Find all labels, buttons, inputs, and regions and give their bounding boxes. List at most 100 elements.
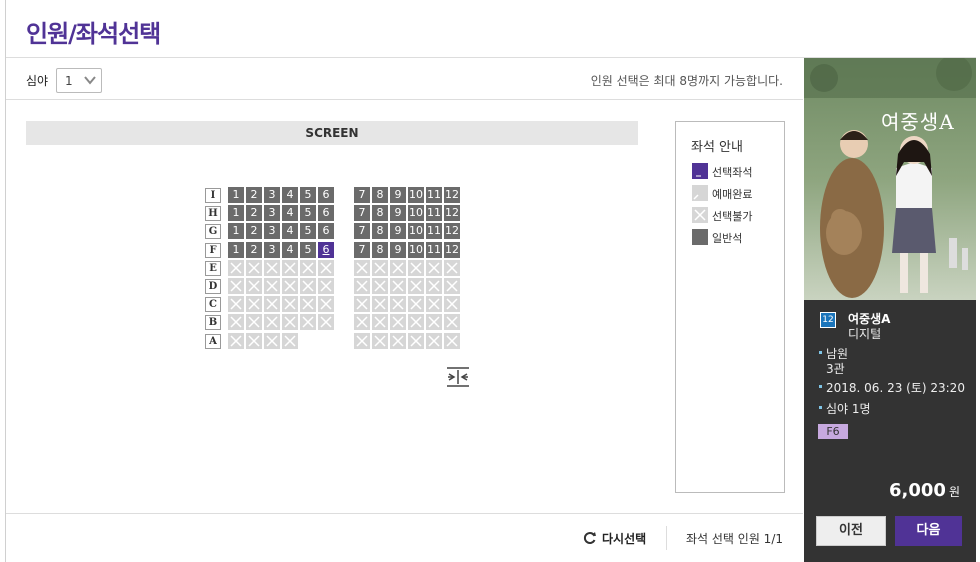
seat-C-L6	[318, 296, 334, 312]
unavailable-x-icon	[428, 262, 440, 274]
unavailable-x-icon	[356, 316, 368, 328]
seat-I5[interactable]: 5	[300, 187, 316, 203]
seat-H4[interactable]: 4	[282, 205, 298, 221]
seat-G11[interactable]: 11	[426, 223, 442, 239]
fit-width-icon[interactable]	[446, 367, 470, 387]
close-button[interactable]	[930, 0, 974, 44]
seat-I1[interactable]: 1	[228, 187, 244, 203]
seat-F5[interactable]: 5	[300, 242, 316, 258]
people-category-label: 심야	[26, 74, 49, 88]
row-label-F: F	[205, 243, 221, 258]
seat-H1[interactable]: 1	[228, 205, 244, 221]
row-label-G: G	[205, 224, 221, 239]
seat-I4[interactable]: 4	[282, 187, 298, 203]
seat-H3[interactable]: 3	[264, 205, 280, 221]
seat-E-L4	[282, 260, 298, 276]
unavailable-x-icon	[392, 316, 404, 328]
seat-H5[interactable]: 5	[300, 205, 316, 221]
seat-I8[interactable]: 8	[372, 187, 388, 203]
unavailable-x-icon	[248, 335, 260, 347]
seat-C-L4	[282, 296, 298, 312]
seat-I10[interactable]: 10	[408, 187, 424, 203]
seat-H2[interactable]: 2	[246, 205, 262, 221]
unavailable-x-icon	[266, 280, 278, 292]
seat-H7[interactable]: 7	[354, 205, 370, 221]
unavailable-x-icon	[428, 280, 440, 292]
prev-button[interactable]: 이전	[816, 516, 886, 546]
seat-F11[interactable]: 11	[426, 242, 442, 258]
unavailable-x-icon	[410, 316, 422, 328]
row-label-B: B	[205, 315, 221, 330]
seat-I3[interactable]: 3	[264, 187, 280, 203]
seat-F10[interactable]: 10	[408, 242, 424, 258]
seat-E-R1	[354, 260, 370, 276]
seat-G4[interactable]: 4	[282, 223, 298, 239]
seat-G7[interactable]: 7	[354, 223, 370, 239]
screen-name: 3관	[826, 362, 845, 376]
seat-D-L5	[300, 278, 316, 294]
seat-I11[interactable]: 11	[426, 187, 442, 203]
seat-D-L2	[246, 278, 262, 294]
unavailable-x-icon	[302, 262, 314, 274]
seat-G2[interactable]: 2	[246, 223, 262, 239]
seat-H6[interactable]: 6	[318, 205, 334, 221]
seat-A-R6	[444, 333, 460, 349]
seat-I7[interactable]: 7	[354, 187, 370, 203]
unavailable-x-icon	[392, 280, 404, 292]
seat-F7[interactable]: 7	[354, 242, 370, 258]
seat-F1[interactable]: 1	[228, 242, 244, 258]
price-unit: 원	[948, 485, 960, 499]
seat-H11[interactable]: 11	[426, 205, 442, 221]
unavailable-x-icon	[374, 316, 386, 328]
unavailable-x-icon	[266, 335, 278, 347]
seat-F8[interactable]: 8	[372, 242, 388, 258]
unavailable-x-icon	[284, 335, 296, 347]
unavailable-x-icon	[428, 316, 440, 328]
seat-H9[interactable]: 9	[390, 205, 406, 221]
seat-G6[interactable]: 6	[318, 223, 334, 239]
unavailable-x-icon	[284, 262, 296, 274]
seat-E-L2	[246, 260, 262, 276]
people-summary: 심야 1명	[819, 400, 871, 417]
seat-G3[interactable]: 3	[264, 223, 280, 239]
seat-F2[interactable]: 2	[246, 242, 262, 258]
legend-label: 예매완료	[712, 188, 753, 201]
seat-G12[interactable]: 12	[444, 223, 460, 239]
unavailable-x-icon	[266, 298, 278, 310]
seat-F6[interactable]: 6	[318, 242, 334, 258]
seat-H10[interactable]: 10	[408, 205, 424, 221]
seat-F9[interactable]: 9	[390, 242, 406, 258]
seat-F4[interactable]: 4	[282, 242, 298, 258]
legend-label: 일반석	[712, 232, 743, 245]
price-amount: 6,000	[889, 480, 946, 501]
seat-I2[interactable]: 2	[246, 187, 262, 203]
next-button[interactable]: 다음	[895, 516, 962, 546]
unavailable-x-icon	[248, 262, 260, 274]
seat-E-L1	[228, 260, 244, 276]
seat-H12[interactable]: 12	[444, 205, 460, 221]
seat-G10[interactable]: 10	[408, 223, 424, 239]
seat-I9[interactable]: 9	[390, 187, 406, 203]
seat-G9[interactable]: 9	[390, 223, 406, 239]
seat-F3[interactable]: 3	[264, 242, 280, 258]
unavailable-x-icon	[356, 298, 368, 310]
seat-I6[interactable]: 6	[318, 187, 334, 203]
seat-A-L3	[264, 333, 280, 349]
row-label-A: A	[205, 334, 221, 349]
unavailable-x-icon	[446, 335, 458, 347]
seat-A-R1	[354, 333, 370, 349]
show-datetime: 2018. 06. 23 (토) 23:20	[819, 379, 965, 396]
legend-label: 선택불가	[712, 210, 753, 223]
seat-F12[interactable]: 12	[444, 242, 460, 258]
seat-I12[interactable]: 12	[444, 187, 460, 203]
unavailable-x-icon	[230, 316, 242, 328]
people-selector-bar: 심야 1 인원 선택은 최대 8명까지 가능합니다.	[6, 58, 803, 100]
seat-G5[interactable]: 5	[300, 223, 316, 239]
unavailable-x-icon	[230, 298, 242, 310]
seat-G1[interactable]: 1	[228, 223, 244, 239]
seat-G8[interactable]: 8	[372, 223, 388, 239]
people-count-select[interactable]: 1	[56, 68, 102, 93]
normal-seat-swatch-icon	[692, 229, 708, 245]
seat-H8[interactable]: 8	[372, 205, 388, 221]
unavailable-x-icon	[302, 298, 314, 310]
